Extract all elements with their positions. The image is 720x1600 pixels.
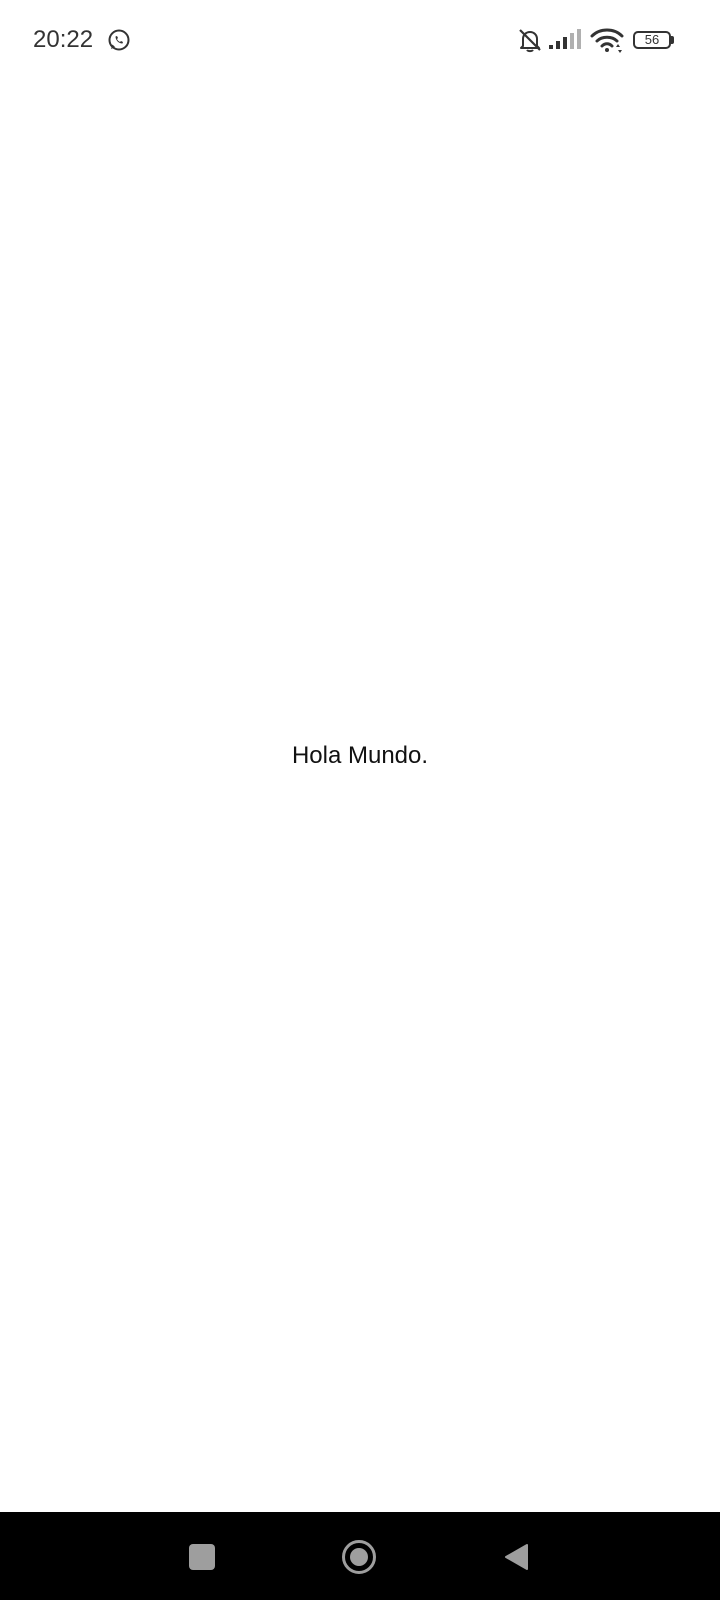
- whatsapp-icon: [107, 28, 131, 52]
- navigation-bar: [0, 1512, 720, 1600]
- status-bar: 20:22 56: [0, 0, 720, 80]
- battery-tip: [671, 36, 674, 44]
- recents-button[interactable]: [189, 1544, 215, 1570]
- status-time: 20:22: [33, 26, 94, 53]
- home-button[interactable]: [341, 1539, 377, 1575]
- wifi-icon: [590, 27, 624, 53]
- battery-indicator: 56: [633, 31, 674, 50]
- battery-level: 56: [644, 32, 660, 47]
- back-button[interactable]: [503, 1543, 529, 1571]
- signal-icon: [549, 29, 585, 51]
- hello-world-text: Hola Mundo.: [291, 742, 429, 769]
- bell-off-icon: [517, 27, 543, 53]
- back-icon: [505, 1544, 528, 1570]
- app-screen: 20:22 56 Hola Mundo.: [0, 0, 720, 1600]
- home-icon: [342, 1540, 376, 1574]
